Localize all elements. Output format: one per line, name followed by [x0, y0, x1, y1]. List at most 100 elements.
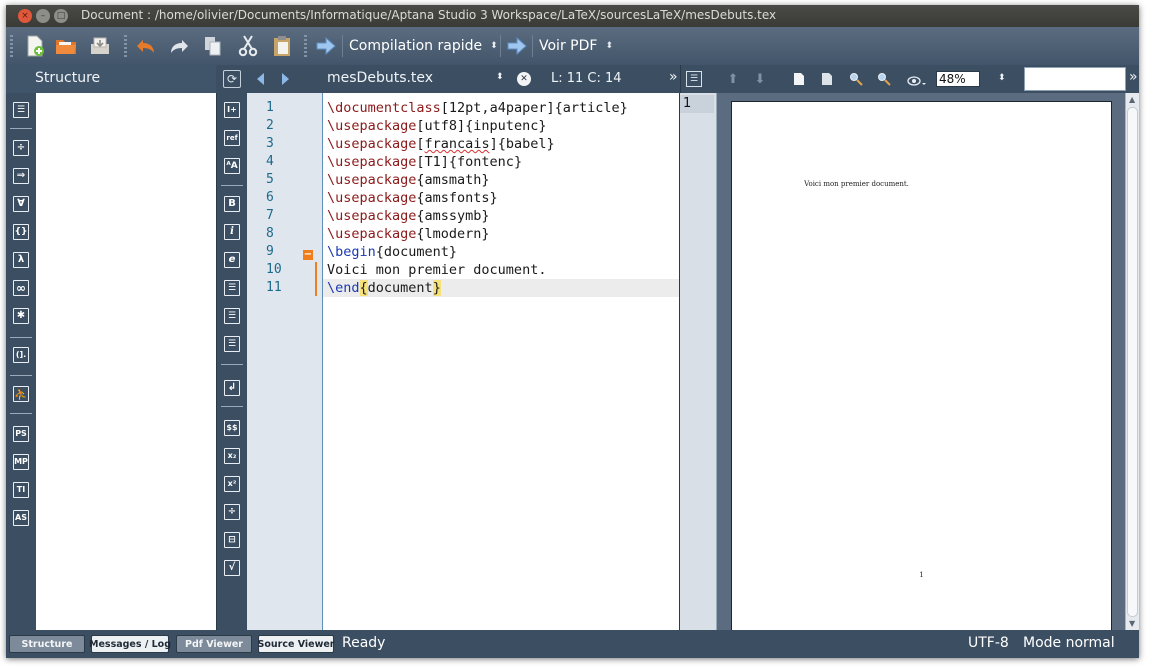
pdf-page-list[interactable]: 1	[680, 93, 717, 630]
fraction-icon[interactable]: ÷	[224, 504, 240, 520]
pdf-page-down-icon[interactable]: ⬇	[753, 71, 767, 87]
main-toolbar: Compilation rapide ⬍ Voir PDF ⬍	[6, 27, 1139, 65]
latex-command: \usepackage	[327, 154, 417, 170]
refresh-structure-icon[interactable]: ⟳	[223, 70, 241, 88]
minimize-window-button[interactable]: –	[36, 9, 50, 23]
line-numbers: 1 2 3 4 5 6 7 8 9 10 11	[266, 99, 306, 297]
new-line-icon[interactable]: ↲	[224, 380, 240, 396]
cut-icon[interactable]	[236, 34, 260, 58]
status-message: Ready	[342, 635, 386, 651]
line-number: 8	[266, 226, 274, 241]
ti-icon[interactable]: TI	[13, 482, 29, 498]
structure-tree[interactable]	[36, 93, 217, 630]
mp-icon[interactable]: MP	[13, 454, 29, 470]
bold-icon[interactable]: B	[224, 196, 240, 212]
align-center-icon[interactable]: ☰	[224, 308, 240, 324]
emphasis-icon[interactable]: e	[224, 252, 240, 268]
align-left-icon[interactable]: ☰	[224, 280, 240, 296]
latex-command: \usepackage	[327, 136, 417, 152]
compile-mode-select[interactable]: Compilation rapide ⬍	[349, 36, 498, 56]
view-mode-select[interactable]: Voir PDF ⬍	[539, 36, 613, 56]
implies-icon[interactable]: ⇒	[13, 168, 29, 184]
sqrt-icon[interactable]: √	[224, 560, 240, 576]
pdf-vertical-scrollbar[interactable]: ▲ ▼	[1125, 93, 1139, 630]
scrollbar-thumb[interactable]	[1127, 107, 1138, 617]
copy-icon[interactable]	[201, 34, 225, 58]
structure-toggle-button[interactable]: Structure	[9, 635, 85, 653]
paste-icon[interactable]	[270, 34, 294, 58]
latex-command: \end	[327, 280, 360, 296]
view-arrow-icon[interactable]	[505, 34, 529, 58]
code-text: [12pt,a4paper]{article}	[440, 100, 628, 116]
insert-structure-icon[interactable]: I+	[224, 102, 240, 118]
ref-icon[interactable]: ref	[224, 130, 240, 146]
pdf-canvas: Voici mon premier document. 1	[717, 93, 1125, 632]
select-arrows-icon: ⬍	[496, 72, 504, 82]
pdf-fit-page-icon[interactable]	[792, 71, 806, 87]
pdf-structure-icon[interactable]: ☰	[686, 71, 702, 87]
zoom-in-icon[interactable]	[848, 71, 864, 87]
view-options-icon[interactable]	[906, 72, 928, 88]
forall-icon[interactable]: ∀	[13, 196, 29, 212]
italic-icon[interactable]: i	[224, 224, 240, 240]
zoom-select-arrows-icon[interactable]: ⬍	[998, 73, 1006, 83]
align-right-icon[interactable]: ☰	[224, 336, 240, 352]
more-pdf-tools-icon[interactable]: »	[1129, 69, 1138, 85]
save-icon[interactable]	[88, 34, 112, 58]
line-number: 7	[266, 208, 274, 223]
zoom-level-field[interactable]: 48%	[936, 71, 980, 87]
encoding-indicator: UTF-8	[968, 635, 1009, 651]
as-icon[interactable]: AS	[13, 510, 29, 526]
scroll-down-icon[interactable]: ▼	[1129, 619, 1135, 628]
divide-icon[interactable]: ÷	[13, 140, 29, 156]
undo-icon[interactable]	[134, 34, 158, 58]
structure-icon[interactable]: ☰	[13, 102, 29, 118]
next-document-icon[interactable]	[280, 71, 292, 87]
lambda-icon[interactable]: λ	[13, 252, 29, 268]
divider	[10, 337, 32, 338]
zoom-out-icon[interactable]	[876, 71, 892, 87]
pdf-page-up-icon[interactable]: ⬆	[726, 71, 740, 87]
run-arrow-icon[interactable]	[314, 34, 338, 58]
document-tab-select[interactable]: mesDebuts.tex ⬍	[306, 69, 510, 89]
line-number: 3	[266, 136, 274, 151]
open-folder-icon[interactable]	[54, 34, 78, 58]
braces-icon[interactable]: {}	[13, 224, 29, 240]
toolbar-grip	[304, 35, 307, 57]
pdf-viewer-toggle-button[interactable]: Pdf Viewer	[176, 635, 252, 653]
line-number: 5	[266, 172, 274, 187]
maximize-window-button[interactable]: □	[54, 9, 68, 23]
source-viewer-toggle-button[interactable]: Source Viewer	[258, 635, 335, 653]
math-mode-icon[interactable]: $$	[224, 420, 240, 436]
fold-range-line	[315, 262, 317, 296]
separator	[342, 35, 343, 57]
previous-document-icon[interactable]	[254, 71, 266, 87]
pdf-page-item[interactable]: 1	[680, 95, 714, 113]
font-size-icon[interactable]: ᴬA	[224, 158, 240, 174]
toolbar-grip	[124, 35, 127, 57]
new-file-icon[interactable]	[23, 34, 47, 58]
close-window-button[interactable]: ×	[18, 9, 32, 23]
pdf-search-input[interactable]	[1024, 67, 1126, 91]
more-editor-tools-icon[interactable]: »	[669, 69, 678, 85]
stick-figure-icon[interactable]: ⛹	[13, 386, 29, 402]
superscript-icon[interactable]: x²	[224, 476, 240, 492]
latex-command: \usepackage	[327, 172, 417, 188]
asterisk-icon[interactable]: ✱	[13, 308, 29, 324]
code-line: \usepackage{amssymb}	[327, 207, 677, 225]
messages-log-toggle-button[interactable]: Messages / Log	[89, 635, 171, 653]
latex-command: \usepackage	[327, 118, 417, 134]
code-line: \end{document}	[327, 279, 677, 297]
source-editor[interactable]: \documentclass[12pt,a4paper]{article} \us…	[323, 93, 680, 630]
infinity-icon[interactable]: ∞	[13, 280, 29, 296]
pdf-fit-width-icon[interactable]	[820, 71, 834, 87]
close-document-icon[interactable]: ✕	[517, 72, 531, 86]
scroll-up-icon[interactable]: ▲	[1129, 95, 1135, 104]
panels-header: Structure ⟳ mesDebuts.tex ⬍ ✕ L: 11 C: 1…	[6, 65, 1139, 93]
dfrac-icon[interactable]: ⊟	[224, 532, 240, 548]
ps-icon[interactable]: PS	[13, 426, 29, 442]
fold-marker-icon[interactable]: −	[303, 250, 313, 260]
redo-icon[interactable]	[167, 34, 191, 58]
bracket-dot-icon[interactable]: (].	[13, 347, 29, 363]
subscript-icon[interactable]: x₂	[224, 448, 240, 464]
